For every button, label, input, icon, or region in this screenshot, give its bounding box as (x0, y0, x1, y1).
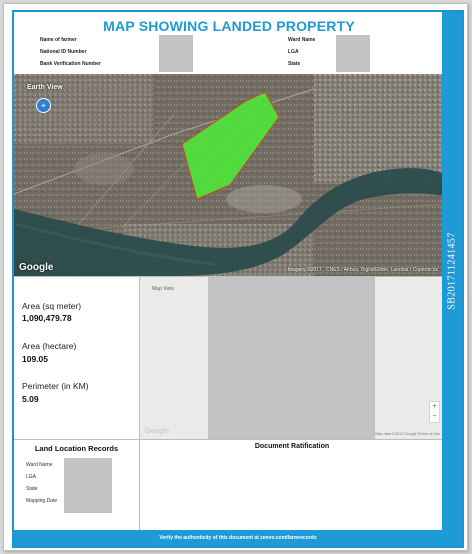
satellite-map[interactable]: Earth View ⌖ Google Imagery ©2017 , CNES… (14, 74, 444, 276)
satellite-imagery (14, 74, 444, 276)
map-view-label: Map View (152, 286, 174, 292)
farmer-photo-placeholder (159, 35, 193, 72)
google-logo: Google (145, 428, 170, 435)
zoom-out-button[interactable]: − (430, 412, 439, 422)
farmer-name-label: Name of farmer (40, 37, 77, 43)
zoom-in-button[interactable]: + (430, 402, 439, 412)
imagery-credit: Imagery ©2017 , CNES / Airbus, DigitalGl… (287, 267, 438, 273)
serial-strip: SB201711241457 (442, 12, 462, 530)
document-frame: MAP SHOWING LANDED PROPERTY Name of farm… (12, 10, 464, 548)
record-lga-label: LGA (26, 474, 37, 480)
parcel-stats: Area (sq meter) 1,090,479.78 Area (hecta… (14, 277, 139, 439)
document-header: MAP SHOWING LANDED PROPERTY Name of farm… (14, 12, 444, 74)
map-view-placeholder (208, 277, 375, 439)
google-logo: Google (19, 262, 54, 273)
document-sheet: MAP SHOWING LANDED PROPERTY Name of farm… (3, 3, 468, 551)
zoom-control[interactable]: + − (429, 401, 440, 423)
document-title: MAP SHOWING LANDED PROPERTY (103, 18, 355, 34)
compass-icon[interactable]: ⌖ (36, 98, 51, 113)
area-sqm-value: 1,090,479.78 (22, 313, 72, 323)
map-terms[interactable]: Map data ©2017 Google Terms of Use (375, 432, 440, 436)
record-state-label: State (26, 486, 38, 492)
perimeter-value: 5.09 (22, 394, 39, 404)
location-placeholder (336, 35, 370, 72)
bvn-label: Bank Verification Number (40, 61, 101, 67)
record-mapping-date-label: Mapping Date (26, 498, 58, 504)
record-ward-name-label: Ward Name (26, 462, 53, 468)
ratification-title: Document Ratification (254, 443, 330, 450)
ward-name-label: Ward Name (288, 37, 316, 43)
earth-view-label[interactable]: Earth View (27, 84, 63, 91)
land-location-records: Land Location Records Ward Name LGA Stat… (14, 440, 139, 530)
area-ha-label: Area (hectare) (22, 341, 77, 351)
records-placeholder (64, 458, 112, 513)
area-sqm-label: Area (sq meter) (22, 301, 82, 311)
serial-number: SB201711241457 (446, 232, 458, 310)
document-ratification: Document Ratification (140, 440, 444, 530)
perimeter-label: Perimeter (in KM) (22, 381, 89, 391)
records-title: Land Location Records (34, 444, 119, 453)
verification-footer: Verify the authenticity of this document… (14, 530, 462, 546)
national-id-label: National ID Number (40, 49, 87, 55)
map-view[interactable]: Map View + − Google Map data ©2017 Googl… (140, 277, 444, 439)
lga-label: LGA (288, 49, 299, 55)
state-label: State (288, 61, 301, 67)
area-ha-value: 109.05 (22, 354, 48, 364)
